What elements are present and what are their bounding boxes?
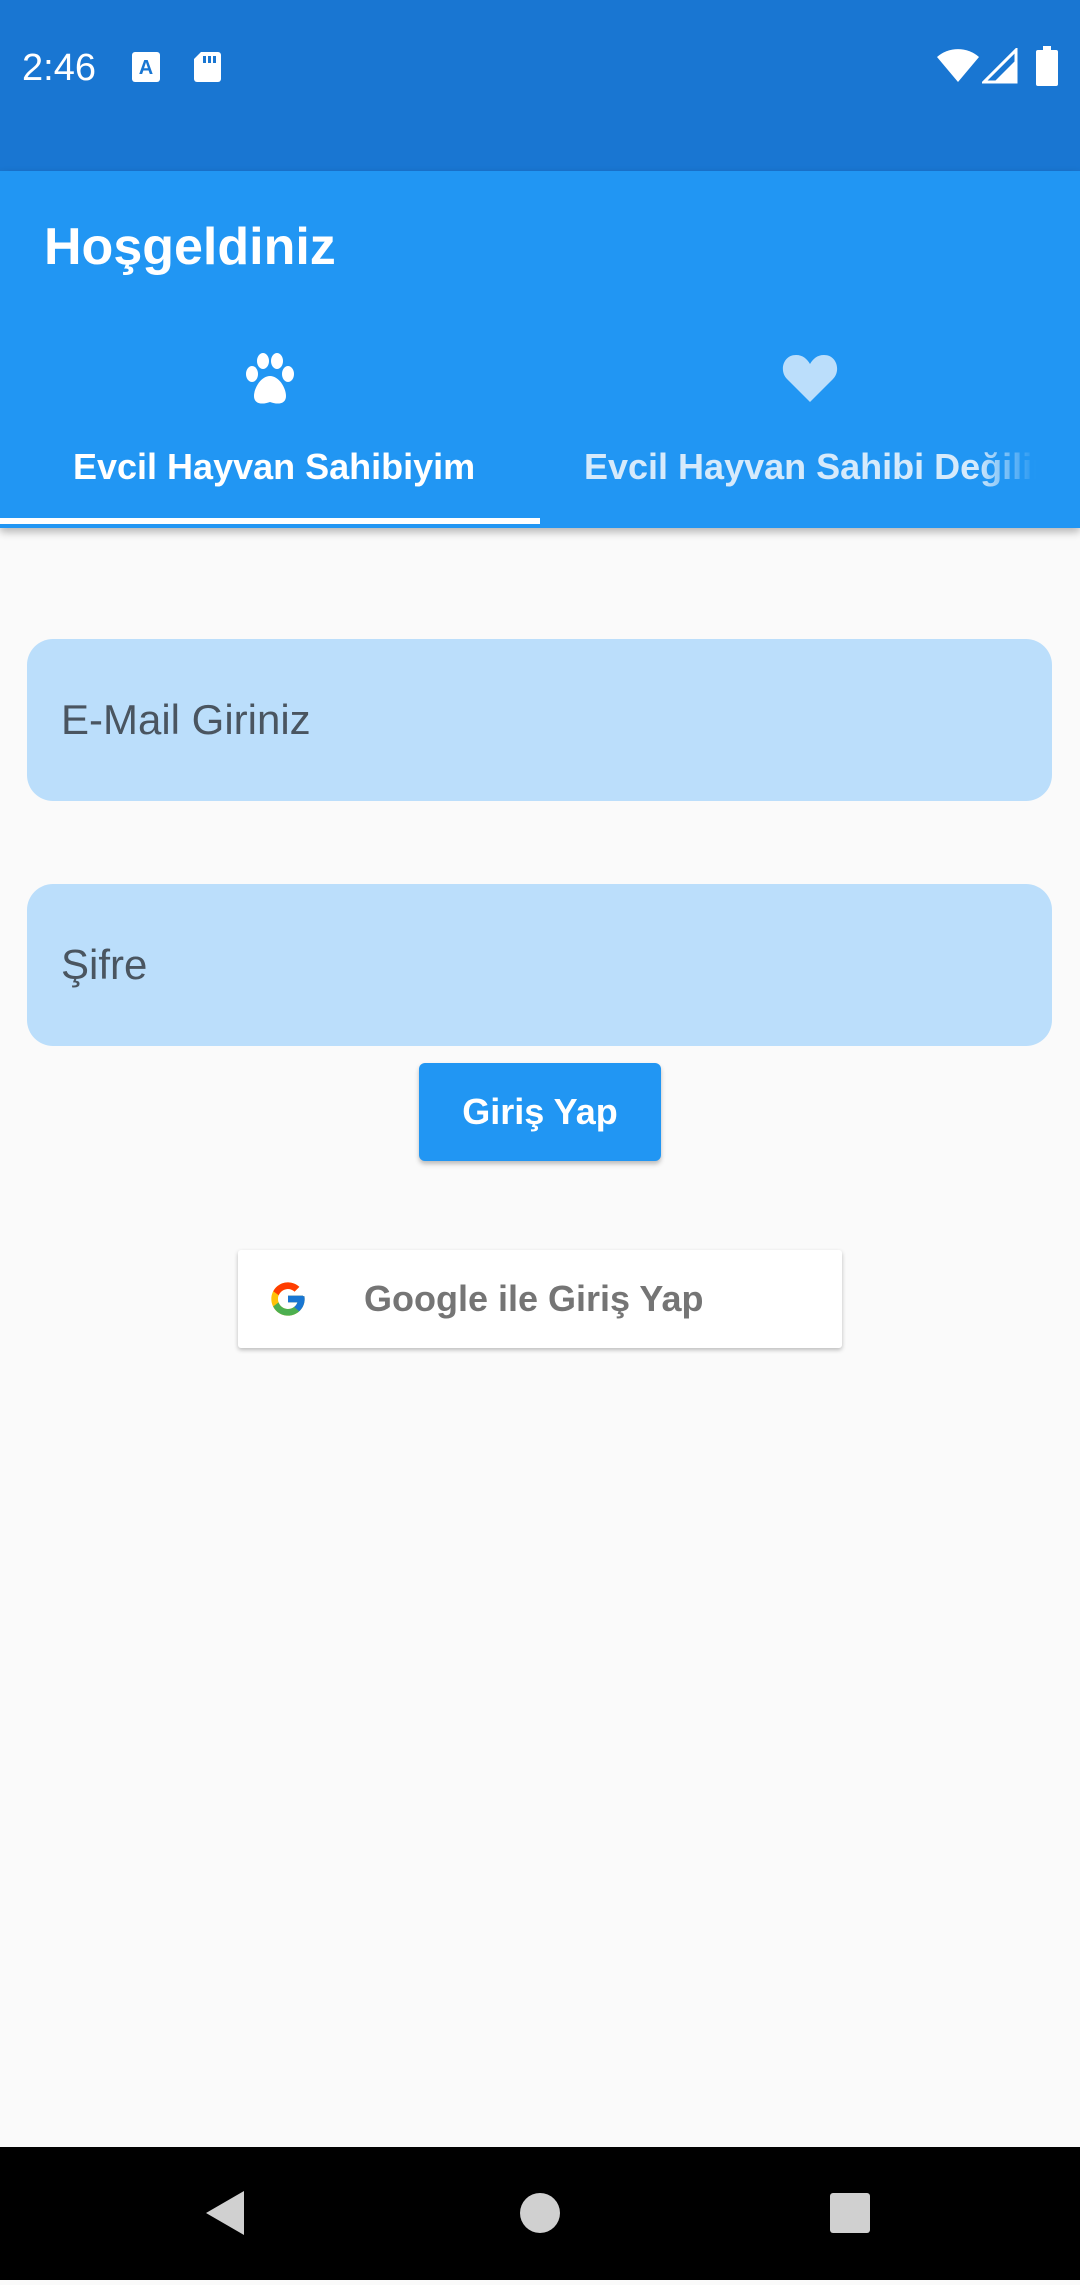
google-icon [268,1279,308,1319]
tab-not-pet-owner-label: Evcil Hayvan Sahibi Değilim [584,446,1036,487]
heart-icon [540,352,1080,414]
paw-icon [0,352,540,414]
email-field[interactable] [27,639,1052,801]
status-time: 2:46 [22,47,96,89]
battery-icon [1036,46,1058,91]
tab-not-pet-owner-label-wrap: Evcil Hayvan Sahibi Değilim [584,445,1036,495]
signal-icon [980,46,1018,89]
tab-pet-owner-label: Evcil Hayvan Sahibiyim [73,446,476,487]
google-sign-in-label: Google ile Giriş Yap [364,1278,704,1319]
tab-indicator [0,518,540,524]
page-title: Hoşgeldiniz [44,218,336,276]
svg-text:A: A [139,57,153,79]
google-sign-in-button[interactable]: Google ile Giriş Yap [238,1250,842,1348]
recents-icon[interactable] [790,2147,910,2280]
tab-pet-owner[interactable] [0,352,540,528]
wifi-icon [936,48,980,89]
navigation-bar [0,2147,1080,2280]
email-input[interactable] [61,639,1021,801]
login-button[interactable]: Giriş Yap [419,1063,661,1161]
a-icon: A [130,50,162,89]
sd-card-icon [192,50,222,89]
home-icon[interactable] [480,2147,600,2280]
app-bar: Hoşgeldiniz Evcil Hayvan Sahibiyim Evcil… [0,171,1080,528]
status-bar: 2:46 A [0,0,1080,171]
password-field[interactable] [27,884,1052,1046]
password-input[interactable] [61,884,1021,1046]
tab-not-pet-owner[interactable] [540,352,1080,528]
back-icon[interactable] [166,2147,286,2280]
